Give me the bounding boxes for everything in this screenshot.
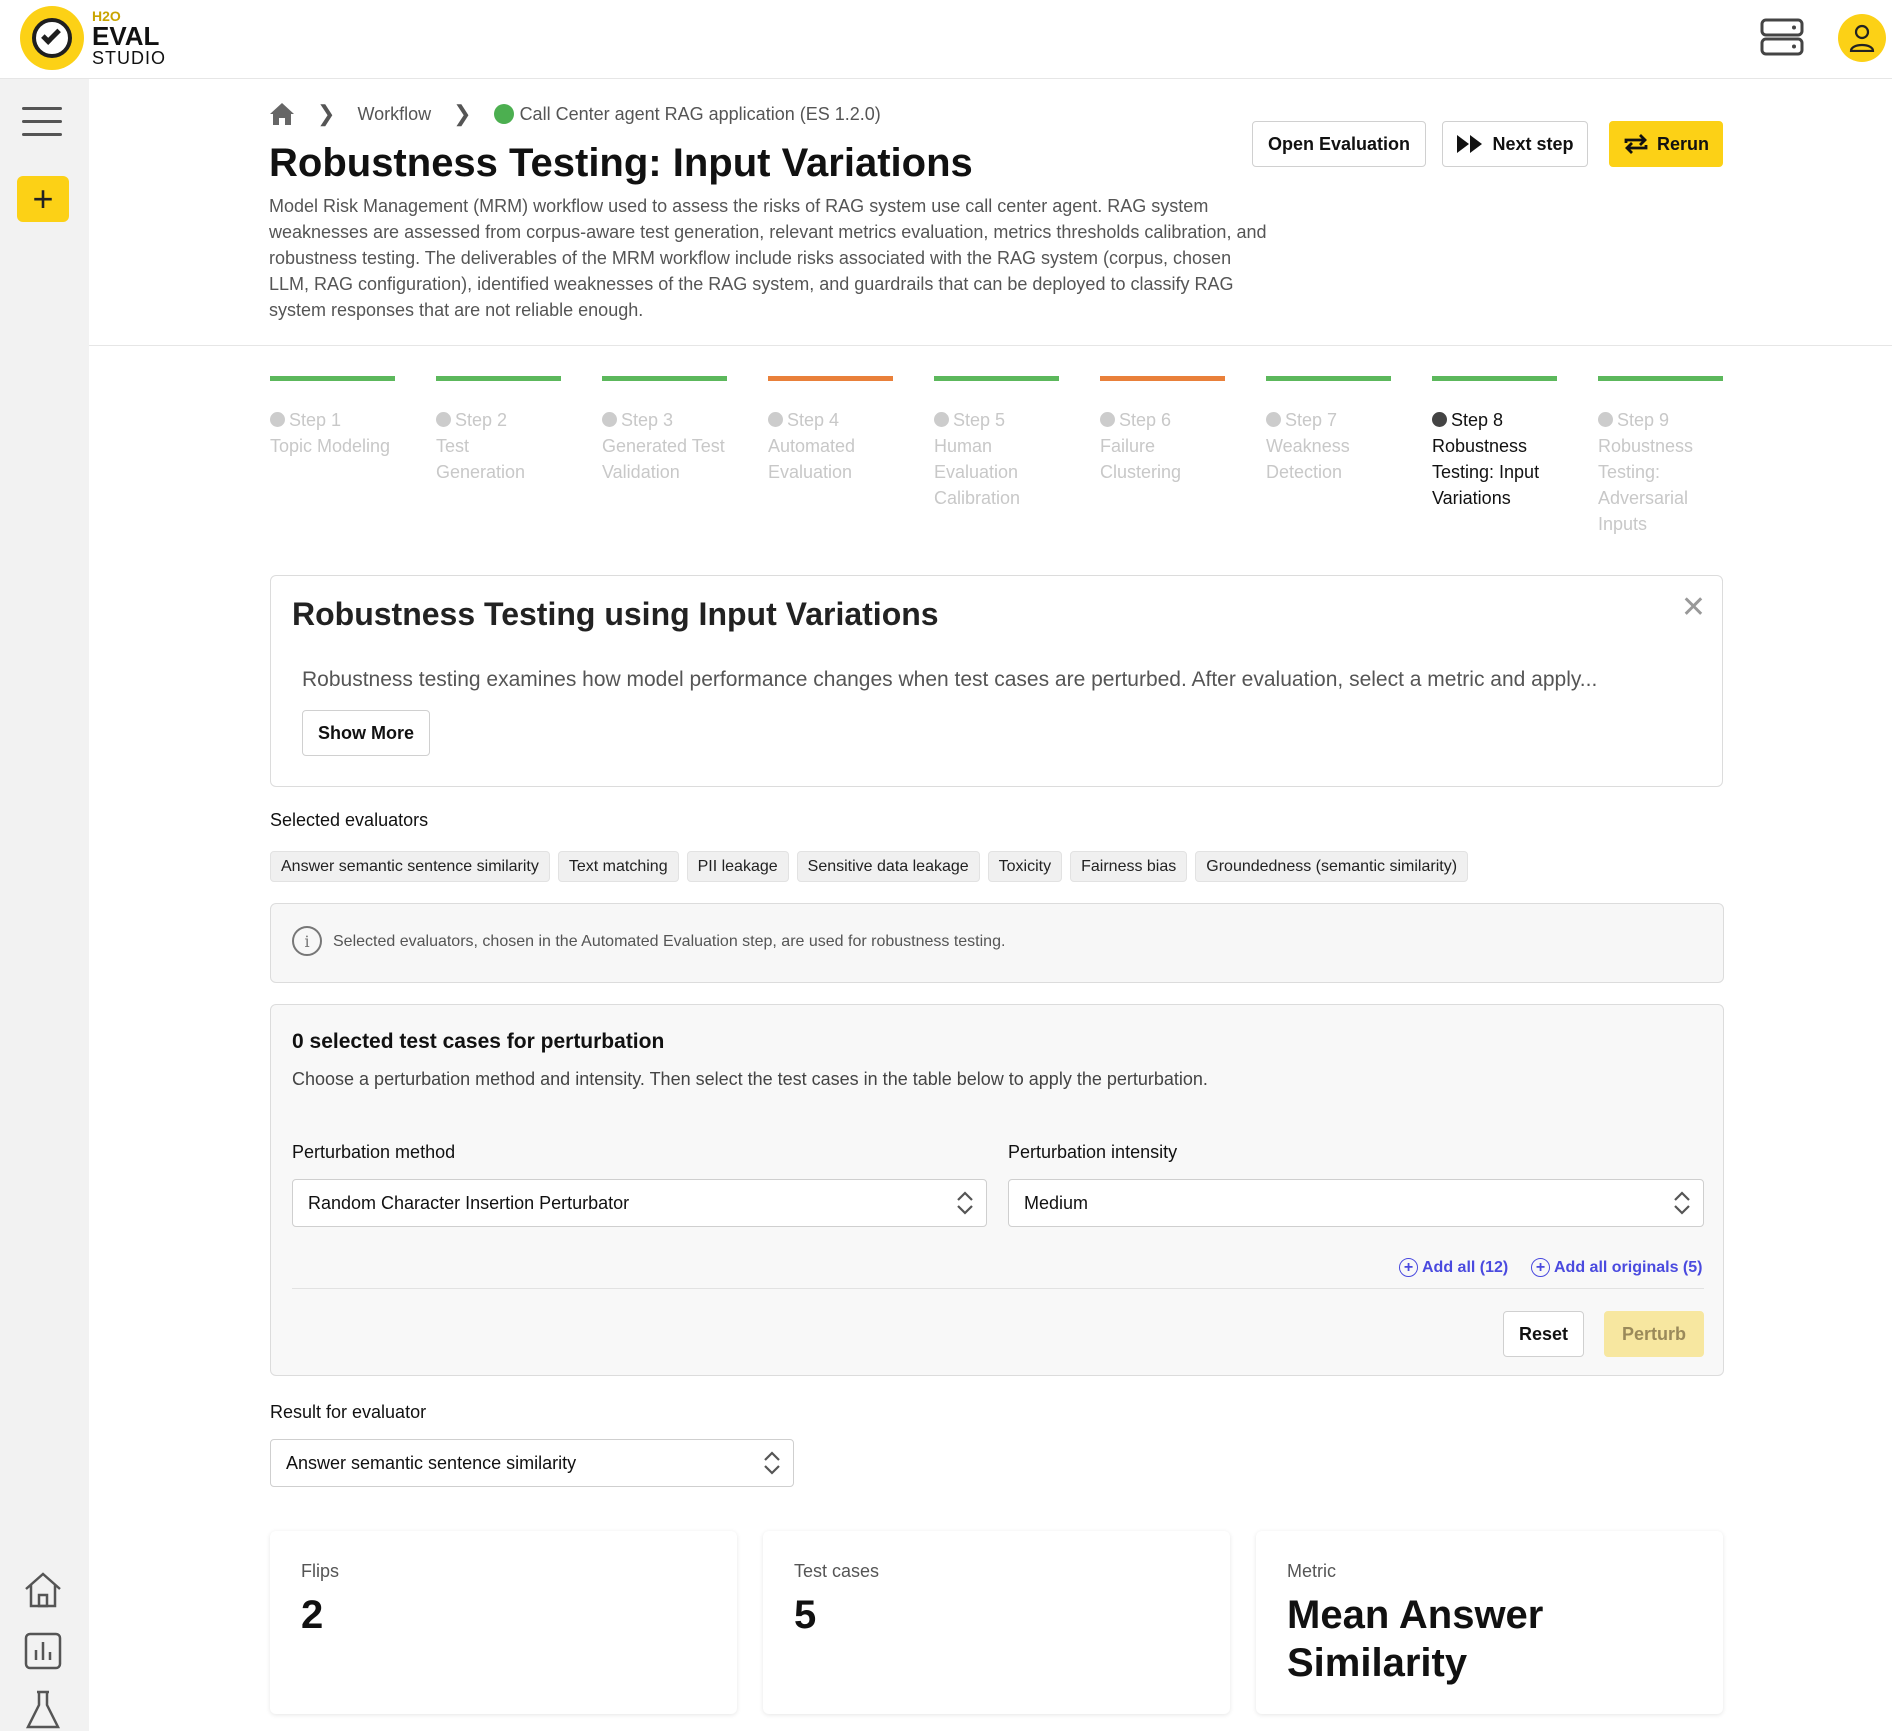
add-all-link[interactable]: + Add all (12) bbox=[1399, 1258, 1508, 1277]
perturbation-card: 0 selected test cases for perturbation C… bbox=[270, 1004, 1724, 1376]
logo-studio: STUDIO bbox=[92, 48, 167, 68]
logo-eval: EVAL bbox=[92, 21, 160, 51]
perturbation-intensity-select[interactable]: Medium bbox=[1008, 1179, 1704, 1227]
perturb-button[interactable]: Perturb bbox=[1604, 1311, 1704, 1357]
step-6[interactable]: Step 6 Failure Clustering bbox=[1100, 376, 1225, 537]
rerun-icon bbox=[1624, 134, 1648, 154]
flips-label: Flips bbox=[301, 1561, 340, 1581]
evaluators-note: i Selected evaluators, chosen in the Aut… bbox=[270, 903, 1724, 983]
check-circle-icon bbox=[602, 412, 617, 427]
result-evaluator-value: Answer semantic sentence similarity bbox=[286, 1452, 577, 1473]
info-card-title: Robustness Testing using Input Variation… bbox=[292, 596, 939, 632]
step-9[interactable]: Step 9 Robustness Testing: Adversarial In… bbox=[1598, 376, 1723, 537]
flask-icon[interactable] bbox=[22, 1689, 64, 1731]
check-circle-icon bbox=[1598, 412, 1613, 427]
selected-evaluators-label: Selected evaluators bbox=[270, 810, 429, 830]
page-header: ❯ Workflow ❯ Call Center agent RAG appli… bbox=[89, 79, 1892, 346]
test-cases-card: Test cases 5 bbox=[763, 1531, 1230, 1714]
sidebar: + bbox=[0, 79, 89, 1731]
sort-arrows-icon bbox=[1674, 1191, 1690, 1215]
check-circle-icon bbox=[1432, 412, 1447, 427]
user-icon bbox=[1849, 24, 1875, 52]
evaluator-chip: Answer semantic sentence similarity bbox=[270, 851, 550, 882]
check-circle-icon bbox=[768, 412, 783, 427]
flips-value: 2 bbox=[301, 1593, 324, 1637]
menu-icon[interactable] bbox=[22, 107, 62, 137]
evaluator-chips: Answer semantic sentence similarity Text… bbox=[270, 851, 1469, 882]
divider bbox=[292, 1288, 1704, 1289]
metric-label: Metric bbox=[1287, 1561, 1336, 1581]
server-icon[interactable] bbox=[1760, 18, 1804, 56]
evaluator-chip: PII leakage bbox=[686, 851, 789, 882]
metric-card: Metric Mean Answer Similarity bbox=[1256, 1531, 1723, 1714]
page-description: Model Risk Management (MRM) workflow use… bbox=[269, 196, 1267, 320]
perturbation-title: 0 selected test cases for perturbation bbox=[292, 1030, 665, 1053]
plus-circle-icon: + bbox=[1531, 1258, 1550, 1277]
perturbation-method-select[interactable]: Random Character Insertion Perturbator bbox=[292, 1179, 987, 1227]
perturbation-intensity-label: Perturbation intensity bbox=[1008, 1142, 1178, 1162]
sort-arrows-icon bbox=[764, 1451, 780, 1475]
breadcrumb: ❯ Workflow ❯ Call Center agent RAG appli… bbox=[269, 101, 881, 127]
show-more-button[interactable]: Show More bbox=[302, 710, 430, 756]
open-evaluation-button[interactable]: Open Evaluation bbox=[1252, 121, 1426, 167]
result-evaluator-label: Result for evaluator bbox=[270, 1402, 427, 1422]
top-bar: H2O EVAL STUDIO bbox=[0, 0, 1892, 79]
sort-arrows-icon bbox=[957, 1191, 973, 1215]
chevron-right-icon: ❯ bbox=[453, 101, 472, 126]
home-breadcrumb-icon[interactable] bbox=[269, 102, 295, 126]
rerun-button[interactable]: Rerun bbox=[1609, 121, 1723, 167]
evaluator-chip: Toxicity bbox=[987, 851, 1063, 882]
evaluator-chip: Text matching bbox=[557, 851, 679, 882]
evaluator-chip: Fairness bias bbox=[1070, 851, 1188, 882]
breadcrumb-workflow[interactable]: Workflow bbox=[357, 104, 431, 125]
page-title: Robustness Testing: Input Variations bbox=[269, 141, 973, 185]
evaluator-chip: Sensitive data leakage bbox=[796, 851, 980, 882]
new-button[interactable]: + bbox=[17, 176, 69, 222]
flips-card: Flips 2 bbox=[270, 1531, 737, 1714]
check-circle-icon bbox=[934, 412, 949, 427]
info-card: Robustness Testing using Input Variation… bbox=[270, 575, 1723, 787]
perturbation-description: Choose a perturbation method and intensi… bbox=[292, 1069, 1208, 1089]
step-8[interactable]: Step 8 Robustness Testing: Input Variatio… bbox=[1432, 376, 1557, 537]
add-all-originals-link[interactable]: + Add all originals (5) bbox=[1531, 1258, 1702, 1277]
info-card-text: Robustness testing examines how model pe… bbox=[302, 668, 1598, 691]
status-dot-icon bbox=[493, 104, 514, 124]
metric-value: Mean Answer Similarity bbox=[1287, 1593, 1544, 1685]
step-3[interactable]: Step 3 Generated Test Validation bbox=[602, 376, 727, 537]
test-cases-value: 5 bbox=[794, 1593, 817, 1637]
logo-mark-icon bbox=[20, 6, 84, 70]
breadcrumb-current[interactable]: Call Center agent RAG application (ES 1.… bbox=[520, 104, 881, 125]
workflow-steps: Step 1 Topic Modeling Step 2 Test Generati… bbox=[270, 376, 1723, 537]
plus-circle-icon: + bbox=[1399, 1258, 1418, 1277]
next-step-button[interactable]: Next step bbox=[1442, 121, 1588, 167]
info-icon: i bbox=[292, 926, 322, 956]
step-2[interactable]: Step 2 Test Generation bbox=[436, 376, 561, 537]
app-logo[interactable]: H2O EVAL STUDIO bbox=[20, 6, 166, 70]
user-avatar[interactable] bbox=[1838, 14, 1886, 62]
perturbation-method-label: Perturbation method bbox=[292, 1142, 456, 1162]
check-circle-icon bbox=[1100, 412, 1115, 427]
step-1[interactable]: Step 1 Topic Modeling bbox=[270, 376, 395, 537]
evaluator-chip: Groundedness (semantic similarity) bbox=[1195, 851, 1469, 882]
reset-button[interactable]: Reset bbox=[1503, 1311, 1584, 1357]
fast-forward-icon bbox=[1457, 135, 1483, 153]
test-cases-label: Test cases bbox=[794, 1561, 880, 1581]
result-evaluator-select[interactable]: Answer semantic sentence similarity bbox=[270, 1439, 794, 1487]
check-circle-icon bbox=[1266, 412, 1281, 427]
step-7[interactable]: Step 7 Weakness Detection bbox=[1266, 376, 1391, 537]
step-4[interactable]: Step 4 Automated Evaluation bbox=[768, 376, 893, 537]
check-circle-icon bbox=[436, 412, 451, 427]
home-icon[interactable] bbox=[22, 1569, 64, 1611]
analytics-icon[interactable] bbox=[22, 1630, 64, 1672]
perturbation-method-value: Random Character Insertion Perturbator bbox=[308, 1192, 630, 1213]
evaluators-note-text: Selected evaluators, chosen in the Autom… bbox=[333, 933, 1006, 950]
check-circle-icon bbox=[270, 412, 285, 427]
close-icon[interactable]: ✕ bbox=[1681, 590, 1706, 625]
step-5[interactable]: Step 5 Human Evaluation Calibration bbox=[934, 376, 1059, 537]
perturbation-intensity-value: Medium bbox=[1024, 1192, 1089, 1213]
chevron-right-icon: ❯ bbox=[317, 101, 336, 126]
